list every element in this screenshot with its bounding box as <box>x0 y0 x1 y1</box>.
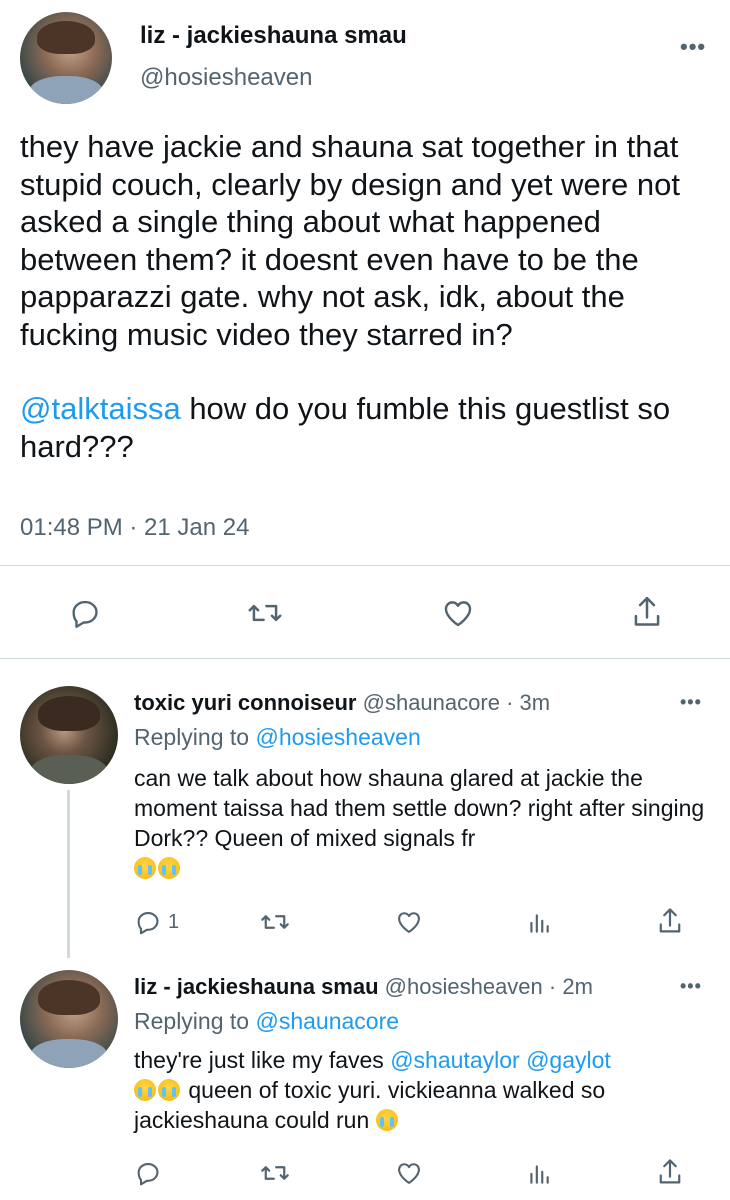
retweet-button[interactable] <box>260 908 290 936</box>
share-icon <box>634 596 660 626</box>
share-icon <box>659 1159 681 1184</box>
avatar-shirt <box>29 754 109 784</box>
more-options-icon[interactable]: ••• <box>680 34 706 60</box>
like-icon <box>398 1163 420 1184</box>
loudly-crying-face-icon <box>158 1079 180 1101</box>
tweet-timestamp[interactable]: 01:48 PM · 21 Jan 24 <box>20 514 249 542</box>
loudly-crying-face-icon <box>158 857 180 879</box>
retweet-button[interactable] <box>260 1159 290 1187</box>
share-button[interactable] <box>630 594 664 630</box>
analytics-icon <box>530 914 549 933</box>
replying-to-label: Replying to <box>134 1008 256 1034</box>
share-button[interactable] <box>656 1157 684 1187</box>
reply-button[interactable] <box>68 596 102 630</box>
retweet-icon <box>261 1166 289 1180</box>
avatar-hair <box>37 979 101 1016</box>
loudly-crying-face-icon <box>134 857 156 879</box>
reply-header: toxic yuri connoiseur @shaunacore · 3m <box>134 690 550 716</box>
reply-handle[interactable]: @hosiesheaven <box>385 974 543 999</box>
like-button[interactable] <box>395 908 423 936</box>
author-display-name[interactable]: liz - jackieshauna smau <box>140 22 407 50</box>
reply-text: they're just like my faves @shautaylor @… <box>134 1045 714 1135</box>
reply-text: can we talk about how shauna glared at j… <box>134 763 714 883</box>
replying-to-label: Replying to <box>134 724 256 750</box>
reply-icon <box>137 911 159 935</box>
author-avatar[interactable] <box>20 12 112 104</box>
tweet-text: they have jackie and shauna sat together… <box>20 128 720 465</box>
reply-body-part1: they're just like my faves <box>134 1047 391 1073</box>
reply-button[interactable]: 1 <box>134 908 179 936</box>
reply-emoji-row <box>134 853 714 883</box>
mention-link[interactable]: @talktaissa <box>20 391 181 426</box>
retweet-button[interactable] <box>247 596 283 630</box>
reply-icon <box>72 600 98 628</box>
avatar-shirt <box>29 1038 109 1068</box>
reply-time[interactable]: · 2m <box>549 974 593 999</box>
reply-header: liz - jackieshauna smau @hosiesheaven · … <box>134 974 593 1000</box>
analytics-icon <box>530 1165 549 1184</box>
divider <box>0 658 730 659</box>
mention-link[interactable]: @gaylot <box>526 1047 611 1073</box>
reply-handle[interactable]: @shaunacore <box>363 690 500 715</box>
share-button[interactable] <box>656 906 684 936</box>
thread-connector <box>67 790 70 958</box>
analytics-button[interactable] <box>526 910 552 936</box>
like-button[interactable] <box>441 596 475 630</box>
retweet-icon <box>261 915 289 929</box>
more-options-icon[interactable]: ••• <box>680 692 702 713</box>
reply-avatar[interactable] <box>20 686 118 784</box>
replying-to: Replying to @hosiesheaven <box>134 724 421 751</box>
reply-body: they're just like my faves @shautaylor @… <box>134 1045 714 1135</box>
reply-avatar[interactable] <box>20 970 118 1068</box>
replying-to: Replying to @shaunacore <box>134 1008 399 1035</box>
avatar-shirt <box>29 76 103 104</box>
analytics-button[interactable] <box>526 1161 552 1187</box>
like-icon <box>398 912 420 933</box>
reply-body-part2: queen of toxic yuri. vickieanna walked s… <box>134 1077 606 1133</box>
tweet-paragraph-2: @talktaissa how do you fumble this guest… <box>20 390 720 465</box>
retweet-icon <box>248 604 282 622</box>
divider <box>0 565 730 566</box>
reply-display-name[interactable]: toxic yuri connoiseur <box>134 690 357 715</box>
share-icon <box>659 908 681 933</box>
avatar-hair <box>37 695 101 732</box>
mention-link[interactable]: @shautaylor <box>390 1047 519 1073</box>
loudly-crying-face-icon <box>375 1109 398 1131</box>
tweet-paragraph-1: they have jackie and shauna sat together… <box>20 129 680 352</box>
reply-body: can we talk about how shauna glared at j… <box>134 765 705 851</box>
reply-button[interactable] <box>134 1159 162 1187</box>
more-options-icon[interactable]: ••• <box>680 976 702 997</box>
like-icon <box>444 601 472 627</box>
avatar-hair <box>36 21 96 55</box>
reply-count: 1 <box>168 910 180 933</box>
replying-to-handle[interactable]: @hosiesheaven <box>255 724 420 750</box>
reply-icon <box>137 1162 159 1186</box>
reply-time[interactable]: · 3m <box>506 690 550 715</box>
loudly-crying-face-icon <box>134 1079 156 1101</box>
reply-display-name[interactable]: liz - jackieshauna smau <box>134 974 379 999</box>
replying-to-handle[interactable]: @shaunacore <box>255 1008 399 1034</box>
like-button[interactable] <box>395 1159 423 1187</box>
author-handle[interactable]: @hosiesheaven <box>140 64 312 92</box>
